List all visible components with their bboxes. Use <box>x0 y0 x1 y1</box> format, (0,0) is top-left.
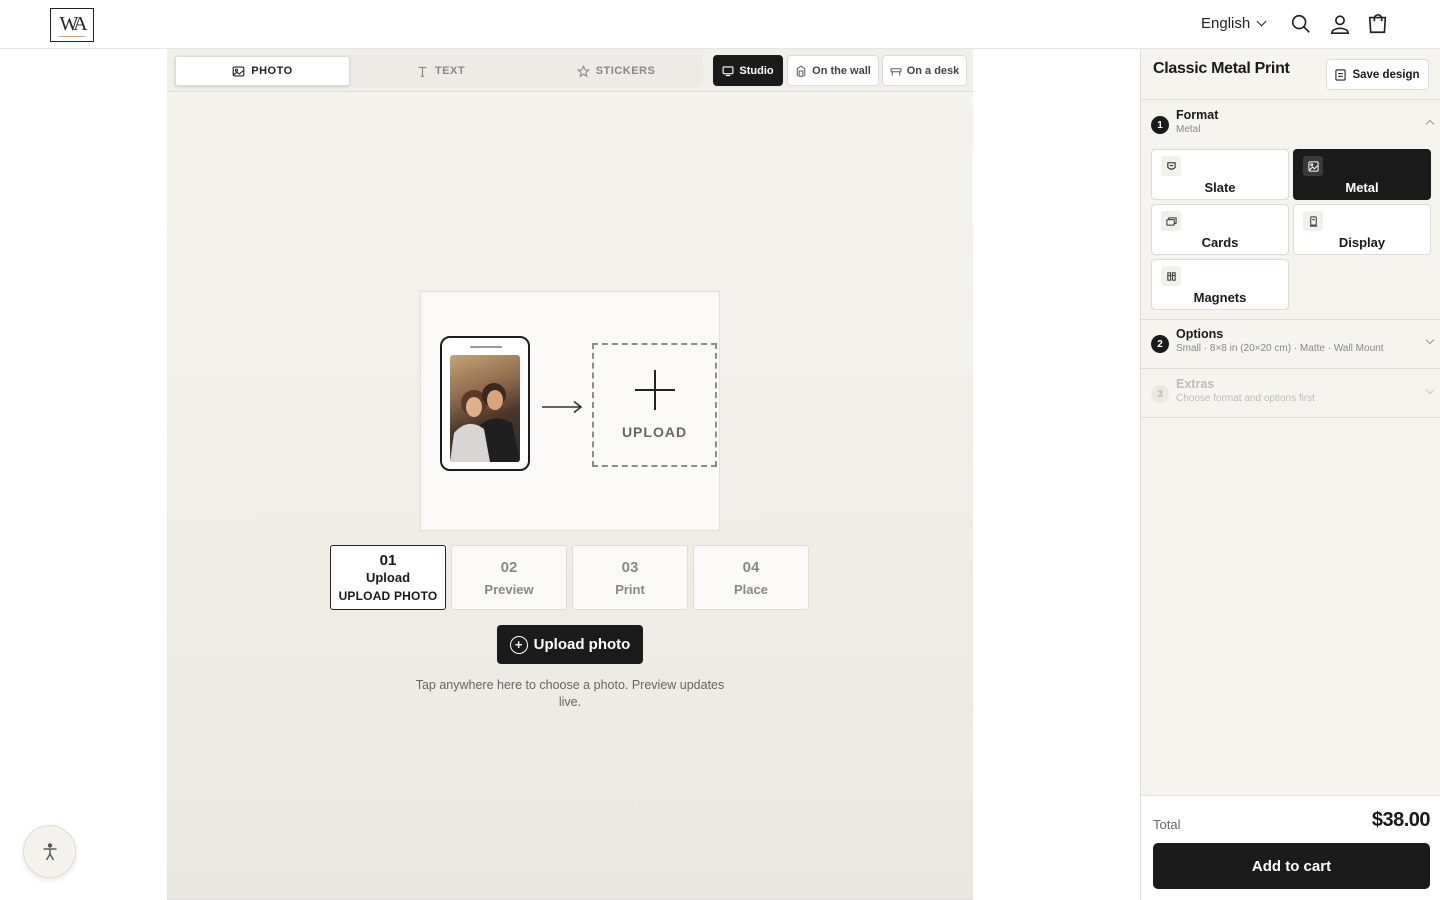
text-icon <box>418 66 427 77</box>
total-label: Total <box>1153 817 1181 832</box>
desk-icon <box>890 67 902 75</box>
slate-icon <box>1161 156 1181 176</box>
step-preview[interactable]: 02 Preview <box>451 545 567 610</box>
cards-icon <box>1161 211 1181 231</box>
total-price: $38.00 <box>1371 809 1431 831</box>
wall-icon <box>796 65 806 77</box>
language-selector[interactable]: English <box>1201 15 1267 32</box>
format-magnets[interactable]: Magnets <box>1151 259 1289 310</box>
language-label: English <box>1201 15 1251 32</box>
design-canvas[interactable]: PHOTO TEXT STICKERS Studio On the wall O… <box>167 49 973 900</box>
editor-toolbar: PHOTO TEXT STICKERS Studio On the wall O… <box>167 49 973 92</box>
step-upload[interactable]: 01 Upload UPLOAD PHOTO <box>330 545 446 610</box>
phone-notch <box>470 346 502 348</box>
steps-row: 01 Upload UPLOAD PHOTO 02 Preview 03 Pri… <box>330 545 809 610</box>
format-display[interactable]: Display <box>1293 204 1431 255</box>
checkout-bar: Total $38.00 Add to cart <box>1141 795 1440 900</box>
upload-dropzone[interactable]: UPLOAD <box>592 343 717 467</box>
star-icon <box>576 64 590 78</box>
view-studio-button[interactable]: Studio <box>713 55 783 86</box>
tab-photo[interactable]: PHOTO <box>175 56 350 86</box>
editor-tabs: PHOTO TEXT STICKERS <box>173 55 703 87</box>
divider <box>1141 417 1440 418</box>
account-icon[interactable] <box>1329 13 1351 35</box>
chevron-down-icon <box>1256 16 1267 27</box>
logo[interactable]: WA <box>50 8 94 42</box>
step-place[interactable]: 04 Place <box>693 545 809 610</box>
plus-icon <box>634 370 675 410</box>
magnet-icon <box>1161 266 1181 286</box>
phone-illustration <box>440 336 530 471</box>
configurator-panel: Classic Metal Print Save design 1 Format… <box>1140 49 1440 900</box>
add-to-cart-button[interactable]: Add to cart <box>1153 843 1430 889</box>
sample-photo <box>450 355 520 462</box>
upload-hint: Tap anywhere here to choose a photo. Pre… <box>415 678 725 709</box>
view-desk-button[interactable]: On a desk <box>882 55 967 86</box>
tab-stickers[interactable]: STICKERS <box>531 56 701 86</box>
chevron-up-icon <box>1425 119 1435 129</box>
product-title: Classic Metal Print <box>1153 60 1290 77</box>
divider <box>1141 368 1440 369</box>
chevron-down-icon <box>1425 335 1435 345</box>
arrow-right-icon <box>542 400 583 414</box>
image-icon <box>232 65 245 77</box>
step-print[interactable]: 03 Print <box>572 545 688 610</box>
search-icon[interactable] <box>1290 13 1312 35</box>
upload-photo-button[interactable]: + Upload photo <box>497 625 643 664</box>
accessibility-button[interactable] <box>23 825 76 878</box>
tab-text[interactable]: TEXT <box>353 56 528 86</box>
upload-illustration[interactable]: UPLOAD <box>420 291 720 531</box>
site-header: WA English <box>0 0 1440 49</box>
divider <box>1141 319 1440 320</box>
divider <box>1141 99 1440 100</box>
save-icon <box>1335 68 1347 81</box>
plus-circle-icon: + <box>509 635 528 654</box>
cart-icon[interactable] <box>1367 13 1389 35</box>
display-icon <box>1303 211 1323 231</box>
accessibility-icon <box>43 842 56 860</box>
monitor-icon <box>722 65 734 76</box>
dropzone-label: UPLOAD <box>621 424 688 440</box>
view-wall-button[interactable]: On the wall <box>787 55 879 86</box>
metal-icon <box>1303 156 1323 176</box>
format-metal[interactable]: Metal <box>1293 149 1431 200</box>
format-slate[interactable]: Slate <box>1151 149 1289 200</box>
save-design-button[interactable]: Save design <box>1326 59 1429 90</box>
chevron-down-icon <box>1425 385 1435 395</box>
format-cards[interactable]: Cards <box>1151 204 1289 255</box>
